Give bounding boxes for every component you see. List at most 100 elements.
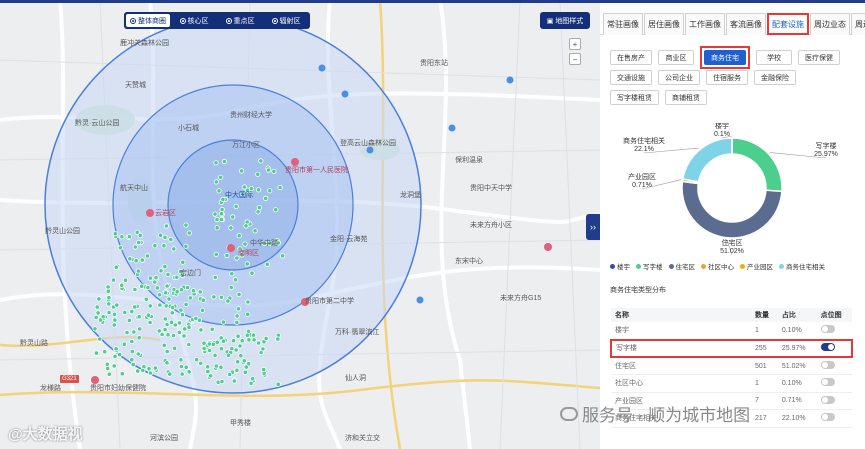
poi-point xyxy=(163,290,169,296)
poi-point xyxy=(228,284,234,291)
poi-point xyxy=(242,369,248,375)
mode-core[interactable]: 核心区 xyxy=(172,14,216,27)
tab-work[interactable]: 工作画像 xyxy=(685,13,725,35)
slice-label: 住宅区 xyxy=(722,238,743,247)
mode-overall[interactable]: 整体商圈 xyxy=(126,14,170,27)
poi-point xyxy=(198,360,204,366)
cell-share: 0.10% xyxy=(777,322,817,340)
cell-point xyxy=(816,322,852,340)
category-button-active[interactable]: 商务住宅 xyxy=(704,50,746,65)
poi-point xyxy=(183,364,189,370)
poi-point xyxy=(244,332,250,338)
legend-item: 商务住宅相关 xyxy=(779,261,825,271)
cell-share: 51.02% xyxy=(777,357,817,375)
map-style-button[interactable]: ▣ 地图样式 xyxy=(540,12,590,29)
poi-point xyxy=(119,234,125,240)
slice-value: 0.1% xyxy=(714,131,730,138)
poi-point xyxy=(132,244,138,250)
map-canvas[interactable]: 鹿冲关森林公园 天赞城 黔灵·云山公园 贵州财经大学 小石城 万江小区 贵阳市第… xyxy=(0,0,600,449)
point-toggle[interactable] xyxy=(820,343,835,352)
point-toggle[interactable] xyxy=(820,361,835,369)
poi-point xyxy=(158,232,164,238)
tab-traffic[interactable]: 客流画像 xyxy=(726,13,766,35)
radio-icon xyxy=(225,17,232,24)
mode-radiation[interactable]: 辐射区 xyxy=(264,14,308,27)
poi-point xyxy=(105,288,111,294)
panel-tabs: 常驻画像 居住画像 工作画像 客流画像 配套设施 周边业态 周边搜索 xyxy=(600,13,865,35)
poi-point xyxy=(263,195,269,201)
collapse-panel-button[interactable]: ›› xyxy=(586,214,600,240)
map-label: 贵阳市第二中学 xyxy=(305,298,354,305)
zoom-in-icon[interactable]: + xyxy=(569,38,581,50)
cell-point xyxy=(816,409,852,428)
category-button[interactable]: 商业区 xyxy=(658,50,694,65)
legend-item: 产业园区 xyxy=(740,261,773,271)
point-toggle[interactable] xyxy=(820,413,835,422)
category-button[interactable]: 住宿服务 xyxy=(706,70,748,85)
poi-point xyxy=(114,302,120,308)
poi-point xyxy=(190,288,197,294)
poi-point xyxy=(200,297,206,303)
poi-point xyxy=(186,369,192,375)
map-label: 贵阳中天中学 xyxy=(470,185,512,192)
tab-residence[interactable]: 居住画像 xyxy=(644,13,684,35)
poi-point xyxy=(234,319,240,325)
poi-point xyxy=(172,345,178,351)
poi-point xyxy=(143,296,149,302)
slice-value: 0.71% xyxy=(632,182,652,189)
poi-point xyxy=(241,358,247,364)
poi-point xyxy=(263,335,269,341)
poi-point xyxy=(110,277,117,283)
category-button[interactable]: 交通设施 xyxy=(610,70,652,85)
analysis-panel: 常驻画像 居住画像 工作画像 客流画像 配套设施 周边业态 周边搜索 在售房产 … xyxy=(600,3,865,449)
map-label: 鹿冲关森林公园 xyxy=(120,40,169,47)
poi-point xyxy=(180,259,186,265)
category-button[interactable]: 商铺租赁 xyxy=(665,90,707,105)
legend-swatch xyxy=(610,263,615,269)
poi-point xyxy=(132,286,138,293)
poi-point xyxy=(132,304,138,310)
poi-point xyxy=(127,256,133,262)
mode-key[interactable]: 重点区 xyxy=(218,14,262,27)
tab-resident[interactable]: 常驻画像 xyxy=(603,13,643,35)
legend-swatch xyxy=(779,263,784,269)
poi-point xyxy=(174,289,180,295)
map-label: 航天中山 xyxy=(120,185,148,192)
map-label: 河滨公园 xyxy=(150,435,178,442)
tab-business[interactable]: 周边业态 xyxy=(810,13,850,35)
poi-point xyxy=(186,341,192,348)
poi-point xyxy=(255,171,261,177)
point-toggle[interactable] xyxy=(820,378,835,387)
poi-point xyxy=(264,261,270,267)
category-button[interactable]: 写字楼租赁 xyxy=(610,90,659,105)
point-toggle[interactable] xyxy=(820,325,835,334)
poi-point xyxy=(193,315,199,321)
poi-point xyxy=(218,364,224,370)
point-toggle[interactable] xyxy=(820,395,835,404)
map-style-label: 地图样式 xyxy=(555,17,584,25)
category-button[interactable]: 在售房产 xyxy=(610,50,652,65)
category-button[interactable]: 金融保险 xyxy=(754,70,796,85)
poi-point xyxy=(214,225,220,231)
poi-point xyxy=(279,253,286,259)
poi-point xyxy=(133,258,139,264)
poi-point xyxy=(277,184,283,191)
poi-point xyxy=(126,234,132,240)
legend-label: 产业园区 xyxy=(747,264,773,271)
zoom-out-icon[interactable]: − xyxy=(569,53,581,65)
tab-search[interactable]: 周边搜索 xyxy=(851,13,865,35)
cell-count: 7 xyxy=(751,392,778,410)
poi-point xyxy=(152,279,158,285)
category-button[interactable]: 公司企业 xyxy=(658,70,700,85)
poi-point xyxy=(162,326,168,333)
category-button[interactable]: 学校 xyxy=(756,50,792,65)
tab-facilities[interactable]: 配套设施 xyxy=(767,13,809,35)
poi-point xyxy=(131,329,137,335)
wechat-icon xyxy=(560,406,578,421)
poi-point xyxy=(144,253,151,259)
poi-point xyxy=(219,378,225,385)
category-button[interactable]: 医疗保健 xyxy=(798,50,840,65)
poi-point xyxy=(234,367,240,373)
map-label: 仙人洞 xyxy=(345,375,366,382)
map-label: 金阳·云海苑 xyxy=(330,236,368,243)
